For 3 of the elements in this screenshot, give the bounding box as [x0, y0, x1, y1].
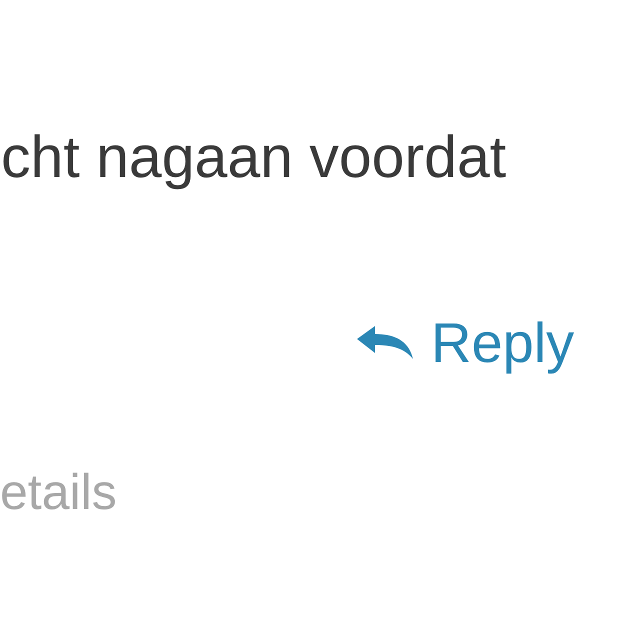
reply-icon — [355, 325, 415, 361]
message-text: cht nagaan voordat — [1, 128, 506, 187]
details-link[interactable]: etails — [0, 467, 117, 517]
